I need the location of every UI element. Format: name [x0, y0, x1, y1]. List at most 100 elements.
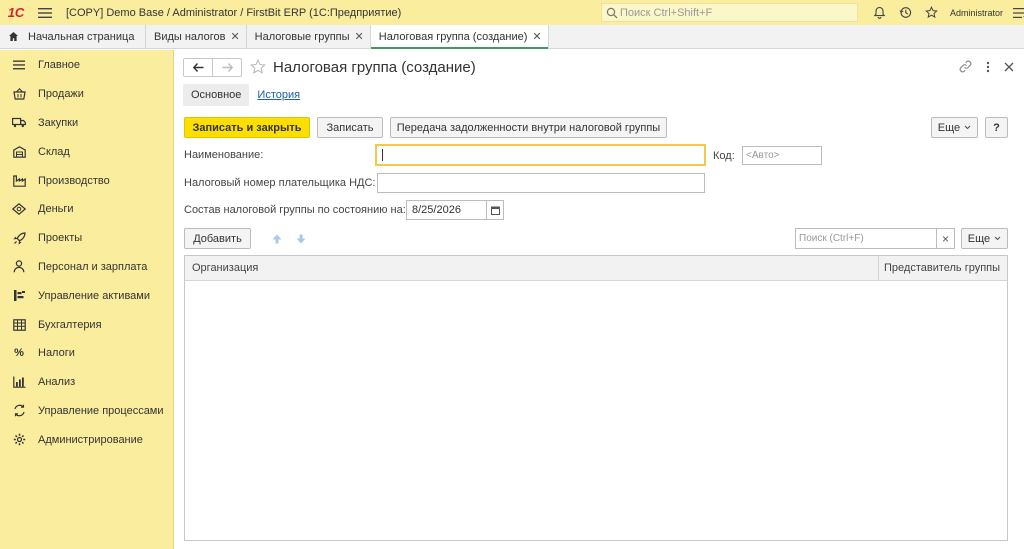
subtab-history[interactable]: История	[249, 84, 308, 106]
open-tabs-bar: Начальная страница Виды налогов ✕ Налого…	[0, 25, 1024, 49]
tab-label: Налоговые группы	[254, 30, 350, 43]
global-search-placeholder: Поиск Ctrl+Shift+F	[620, 6, 713, 19]
close-icon[interactable]: ✕	[532, 30, 541, 43]
save-button[interactable]: Записать	[317, 117, 383, 138]
form-area: Налоговая группа (создание) Основное Ист…	[175, 50, 1024, 549]
global-search-input[interactable]: Поиск Ctrl+Shift+F	[601, 3, 858, 22]
bell-icon[interactable]	[866, 0, 892, 25]
favorite-star-icon[interactable]	[250, 58, 266, 78]
sidebar-item-label: Продажи	[38, 88, 84, 101]
process-icon	[11, 403, 27, 419]
sidebar-item-label: Бухгалтерия	[38, 318, 102, 331]
tab-tax-group-create[interactable]: Налоговая группа (создание) ✕	[370, 25, 549, 49]
sidebar-item-label: Управление процессами	[38, 404, 164, 417]
table-header: Организация Представитель группы	[185, 256, 1007, 281]
sidebar-item-money[interactable]: Деньги	[0, 195, 173, 224]
sidebar-item-production[interactable]: Производство	[0, 166, 173, 195]
transfer-debt-button[interactable]: Передача задолженности внутри налоговой …	[390, 117, 667, 138]
subtab-main[interactable]: Основное	[183, 84, 250, 106]
sidebar-item-purchases[interactable]: Закупки	[0, 109, 173, 138]
close-icon[interactable]: ✕	[355, 30, 364, 43]
search-icon	[606, 7, 618, 18]
close-icon[interactable]: ✕	[230, 30, 239, 43]
table-more-button[interactable]: Еще	[961, 228, 1008, 249]
sidebar-item-label: Налоги	[38, 347, 75, 360]
sidebar-item-accounting[interactable]: Бухгалтерия	[0, 310, 173, 339]
date-label: Состав налоговой группы по состоянию на:	[184, 204, 406, 216]
sidebar-item-analysis[interactable]: Анализ	[0, 368, 173, 397]
sidebar-item-warehouse[interactable]: Склад	[0, 137, 173, 166]
move-down-button[interactable]	[293, 229, 309, 248]
table-search-input[interactable]: Поиск (Ctrl+F)	[795, 228, 937, 249]
tab-home[interactable]: Начальная страница	[0, 25, 146, 48]
sidebar-item-label: Производство	[38, 174, 110, 187]
tab-tax-types[interactable]: Виды налогов ✕	[146, 25, 247, 48]
favorites-star-icon[interactable]	[918, 0, 944, 25]
sections-sidebar: Главное Продажи Закупки Склад Производст…	[0, 50, 174, 549]
sidebar-item-label: Деньги	[38, 203, 74, 216]
name-field[interactable]	[375, 144, 706, 166]
sidebar-item-main[interactable]: Главное	[0, 51, 173, 80]
arrow-left-icon	[192, 63, 203, 72]
forward-button[interactable]	[213, 59, 241, 76]
sidebar-item-taxes[interactable]: % Налоги	[0, 339, 173, 368]
tab-label: Налоговая группа (создание)	[378, 30, 528, 43]
ledger-icon	[11, 317, 27, 333]
nav-buttons	[183, 58, 242, 77]
tab-tax-groups[interactable]: Налоговые группы ✕	[247, 25, 371, 48]
more-button-label: Еще	[937, 121, 961, 134]
person-icon	[11, 259, 27, 275]
sidebar-item-hr-payroll[interactable]: Персонал и зарплата	[0, 253, 173, 282]
text-caret	[382, 149, 383, 161]
basket-icon	[11, 86, 27, 102]
chart-icon	[11, 374, 27, 390]
more-vertical-icon[interactable]	[986, 61, 990, 76]
chevron-down-icon	[964, 125, 971, 130]
history-icon[interactable]	[892, 0, 918, 25]
vat-number-field[interactable]	[377, 173, 705, 193]
calendar-button[interactable]	[486, 200, 504, 220]
code-label: Код:	[713, 150, 735, 162]
gear-icon	[11, 432, 27, 448]
calendar-icon	[490, 206, 500, 215]
sidebar-item-projects[interactable]: Проекты	[0, 224, 173, 253]
warehouse-icon	[11, 144, 27, 160]
sidebar-item-label: Закупки	[38, 116, 79, 129]
add-button[interactable]: Добавить	[184, 228, 251, 249]
tab-label: Виды налогов	[154, 30, 226, 43]
code-field[interactable]: <Авто>	[742, 146, 822, 165]
column-header-organization[interactable]: Организация	[185, 256, 879, 280]
help-button[interactable]: ?	[985, 117, 1008, 138]
money-icon	[11, 201, 27, 217]
column-header-group-representative[interactable]: Представитель группы	[879, 256, 1007, 280]
link-icon[interactable]	[959, 60, 972, 76]
home-icon	[9, 32, 18, 41]
sidebar-item-label: Администрирование	[38, 433, 143, 446]
clear-search-button[interactable]: ×	[936, 228, 955, 249]
more-button-label: Еще	[967, 232, 991, 245]
more-button[interactable]: Еще	[931, 117, 978, 138]
main-menu-icon[interactable]	[32, 7, 58, 19]
date-field[interactable]: 8/25/2026	[406, 200, 487, 220]
sidebar-item-label: Проекты	[38, 232, 83, 245]
user-name[interactable]: Administrator	[950, 8, 1003, 18]
name-label: Наименование:	[184, 149, 264, 161]
arrow-right-icon	[222, 63, 233, 72]
rocket-icon	[11, 230, 27, 246]
group-members-table[interactable]: Организация Представитель группы	[184, 255, 1008, 541]
sidebar-item-label: Управление активами	[38, 289, 150, 302]
back-button[interactable]	[184, 59, 213, 76]
save-and-close-button[interactable]: Записать и закрыть	[184, 117, 310, 138]
sidebar-item-administration[interactable]: Администрирование	[0, 425, 173, 454]
sidebar-item-process-management[interactable]: Управление процессами	[0, 397, 173, 426]
move-up-button[interactable]	[269, 229, 285, 248]
menu-icon	[11, 57, 27, 73]
close-icon[interactable]	[1004, 62, 1014, 75]
sidebar-item-label: Анализ	[38, 376, 76, 389]
sidebar-item-asset-management[interactable]: Управление активами	[0, 281, 173, 310]
sidebar-item-sales[interactable]: Продажи	[0, 80, 173, 109]
settings-menu-icon[interactable]	[1009, 0, 1024, 25]
factory-icon	[11, 173, 27, 189]
sidebar-item-label: Склад	[38, 145, 70, 158]
top-bar: 1С [COPY] Demo Base / Administrator / Fi…	[0, 0, 1024, 25]
